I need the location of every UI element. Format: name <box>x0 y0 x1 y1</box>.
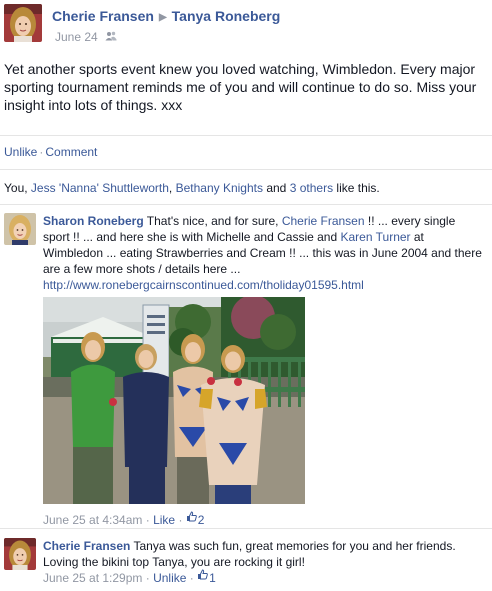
likes-and: and <box>263 181 290 195</box>
photo-image <box>43 297 305 504</box>
separator: · <box>145 513 150 527</box>
post-recipient-link[interactable]: Tanya Roneberg <box>172 8 281 24</box>
comment-button[interactable]: Comment <box>45 145 97 159</box>
liker-link-1[interactable]: Jess 'Nanna' Shuttleworth <box>31 181 169 195</box>
avatar-cherie[interactable] <box>4 4 42 42</box>
thumbs-up-icon <box>186 511 197 526</box>
divider <box>0 135 492 136</box>
comment-likes-count[interactable]: 2 <box>186 511 205 527</box>
comment-timestamp[interactable]: June 25 at 4:34am <box>43 513 142 527</box>
comment-item: Cherie Fransen Tanya was such fun, great… <box>4 538 488 590</box>
comment-text: That's nice, and for sure, <box>143 214 282 228</box>
post-author-link[interactable]: Cherie Fransen <box>52 8 154 24</box>
separator: · <box>189 571 194 585</box>
likes-comma: , <box>168 181 176 195</box>
likes-suffix: like this. <box>333 181 380 195</box>
avatar-photo <box>4 4 42 42</box>
post-date-line: June 24 <box>55 30 117 45</box>
friends-icon[interactable] <box>105 30 117 44</box>
likes-prefix: You, <box>4 181 31 195</box>
separator: · <box>178 513 183 527</box>
comment-likes-count[interactable]: 1 <box>197 569 216 585</box>
post-date[interactable]: June 24 <box>55 30 98 44</box>
post-actions: Unlike · Comment <box>4 145 97 159</box>
comment-timestamp[interactable]: June 25 at 1:29pm <box>43 571 142 585</box>
comment-url-link[interactable]: http://www.ronebergcairnscontinued.com/t… <box>43 278 364 292</box>
divider <box>0 204 492 205</box>
comment-unlike-button[interactable]: Unlike <box>153 571 186 585</box>
divider <box>0 528 492 529</box>
post-text: Yet another sports event knew you loved … <box>4 61 477 113</box>
like-count: 1 <box>209 571 216 585</box>
likes-summary: You, Jess 'Nanna' Shuttleworth, Bethany … <box>4 181 380 195</box>
comment-author-link[interactable]: Cherie Fransen <box>43 539 130 553</box>
mention-link[interactable]: Cherie Fransen <box>282 214 365 228</box>
comment-body: Cherie Fransen Tanya was such fun, great… <box>43 538 485 570</box>
avatar-photo <box>4 538 36 570</box>
separator: · <box>39 145 44 159</box>
divider <box>0 169 492 170</box>
avatar-sharon[interactable] <box>4 213 36 245</box>
mention-link[interactable]: Karen Turner <box>341 230 411 244</box>
comment-item: Sharon Roneberg That's nice, and for sur… <box>4 213 488 533</box>
comment-meta: June 25 at 1:29pm · Unlike · 1 <box>43 569 216 586</box>
liker-link-2[interactable]: Bethany Knights <box>176 181 263 195</box>
post-header: Cherie Fransen ▶ Tanya Roneberg June 24 <box>4 4 488 44</box>
post-names: Cherie Fransen ▶ Tanya Roneberg <box>52 8 280 24</box>
comment-meta: June 25 at 4:34am · Like · 2 <box>43 511 205 528</box>
unlike-button[interactable]: Unlike <box>4 145 37 159</box>
comment-like-button[interactable]: Like <box>153 513 175 527</box>
avatar-cherie[interactable] <box>4 538 36 570</box>
comment-body: Sharon Roneberg That's nice, and for sur… <box>43 213 485 293</box>
thumbs-up-icon <box>197 569 208 584</box>
arrow-right-icon: ▶ <box>158 12 167 23</box>
likes-others-link[interactable]: 3 others <box>290 181 333 195</box>
separator: · <box>145 571 150 585</box>
avatar-photo <box>4 213 36 245</box>
like-count: 2 <box>197 513 205 527</box>
comment-author-link[interactable]: Sharon Roneberg <box>43 214 144 228</box>
attached-photo[interactable] <box>43 297 305 504</box>
